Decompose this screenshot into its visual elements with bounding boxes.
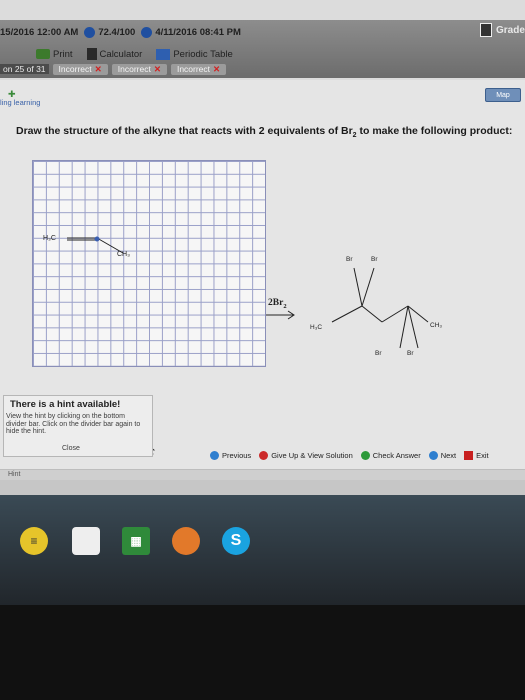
gradebook-label: Gradeb [495, 24, 525, 36]
due-date: 4/11/2016 08:41 PM [155, 26, 241, 38]
check-answer-label: Check Answer [372, 451, 421, 460]
next-icon [428, 451, 438, 460]
question-nav-bar: Previous Give Up & View Solution Check A… [210, 451, 489, 460]
drawn-structure [67, 236, 124, 254]
reagent-subscript: 2 [283, 302, 287, 310]
periodic-table-icon [156, 48, 171, 60]
br-label: Br [371, 256, 378, 263]
product-skeleton [331, 267, 429, 349]
gradebook-button[interactable]: Gradeb [479, 23, 525, 37]
firefox-icon[interactable] [172, 527, 200, 555]
periodic-table-label: Periodic Table [173, 48, 233, 60]
previous-button[interactable]: Previous [210, 451, 251, 460]
give-up-label: Give Up & View Solution [271, 451, 353, 460]
hint-title: There is a hint available! [10, 399, 121, 410]
question-status-badge[interactable]: Incorrect ✕ [170, 63, 227, 75]
calendar-icon[interactable]: ▦ [122, 527, 150, 555]
incorrect-x-icon: ✕ [153, 63, 161, 74]
exit-button[interactable]: Exit [464, 451, 489, 460]
check-answer-button[interactable]: Check Answer [360, 451, 421, 460]
os-taskbar: ≡ ▦ S [0, 495, 525, 605]
status-label: Incorrect [176, 64, 211, 74]
question-status-badge[interactable]: Incorrect ✕ [111, 63, 167, 75]
brand-logo-text: ling learning [0, 98, 41, 107]
status-label: Incorrect [58, 64, 92, 74]
hint-divider-bar[interactable]: Hint [0, 469, 525, 480]
question-status-badge[interactable]: Incorrect ✕ [52, 63, 108, 75]
previous-label: Previous [222, 451, 252, 460]
question-counter: on 25 of 31 [0, 64, 49, 74]
tool-row: Print Calculator Periodic Table [36, 47, 233, 61]
gradebook-icon [479, 23, 492, 37]
logo-icon: ✚ [8, 89, 16, 99]
hint-bar-label: Hint [8, 471, 21, 478]
br-label: Br [375, 350, 382, 357]
periodic-table-button[interactable]: Periodic Table [156, 48, 233, 60]
skype-letter: S [230, 532, 242, 549]
question-prompt: Draw the structure of the alkyne that re… [16, 125, 512, 139]
app-icon[interactable]: ≡ [20, 527, 48, 555]
dashboard-icon[interactable] [72, 527, 100, 555]
incorrect-x-icon: ✕ [213, 63, 221, 74]
give-up-icon [259, 451, 269, 460]
ch3-label: CH₃ [117, 251, 130, 258]
incorrect-x-icon: ✕ [94, 63, 102, 74]
check-icon [360, 451, 370, 460]
score-icon [84, 26, 96, 38]
map-button[interactable]: Map [485, 88, 521, 102]
br-label: Br [407, 350, 414, 357]
owl-window: 15/2016 12:00 AM 72.4/100 4/11/2016 08:4… [0, 0, 525, 495]
score-value: 72.4/100 [98, 26, 136, 38]
start-date: 15/2016 12:00 AM [0, 26, 79, 38]
br-label: Br [346, 256, 353, 263]
bottom-strip [0, 480, 525, 495]
next-label: Next [440, 451, 457, 460]
exit-icon [464, 451, 474, 460]
due-date-display: 4/11/2016 08:41 PM [141, 26, 241, 38]
previous-icon [210, 451, 219, 460]
prompt-text-start: Draw the structure of the alkyne that re… [16, 125, 353, 137]
h3c-label: H₃C [43, 235, 56, 242]
calculator-label: Calculator [99, 48, 143, 60]
hint-body: View the hint by clicking on the bottom … [6, 413, 141, 435]
top-toolbar: 15/2016 12:00 AM 72.4/100 4/11/2016 08:4… [0, 20, 525, 78]
status-bar: 15/2016 12:00 AM 72.4/100 4/11/2016 08:4… [0, 25, 241, 39]
reaction-arrow-icon [266, 310, 295, 320]
reagent-label: 2Br2 [268, 298, 287, 310]
exit-label: Exit [476, 451, 489, 460]
printer-icon [36, 49, 50, 59]
next-button[interactable]: Next [428, 451, 457, 460]
monitor-bezel [0, 605, 525, 700]
calculator-button[interactable]: Calculator [86, 48, 143, 60]
calculator-icon [86, 48, 97, 60]
map-label: Map [496, 91, 510, 99]
give-up-button[interactable]: Give Up & View Solution [259, 451, 353, 460]
clock-icon [141, 26, 153, 38]
h3c-label: H₃C [310, 324, 323, 331]
question-status-row: on 25 of 31 Incorrect ✕ Incorrect ✕ Inco… [0, 63, 227, 75]
score-display: 72.4/100 [84, 26, 136, 38]
prompt-text-end: to make the following product: [356, 125, 513, 137]
selected-atom [94, 236, 100, 242]
drawing-canvas[interactable]: H₃C CH₃ [32, 160, 266, 367]
reagent-text: 2Br [268, 298, 284, 308]
hint-close-button[interactable]: Close [62, 445, 80, 452]
skype-icon[interactable]: S [222, 527, 250, 555]
product-structure: Br Br H₃C CH₃ Br Br [310, 244, 490, 369]
status-label: Incorrect [117, 64, 151, 74]
hint-popup: There is a hint available! View the hint… [3, 395, 153, 457]
print-button[interactable]: Print [36, 49, 73, 60]
print-label: Print [53, 48, 73, 60]
ch3-label: CH₃ [430, 322, 443, 329]
